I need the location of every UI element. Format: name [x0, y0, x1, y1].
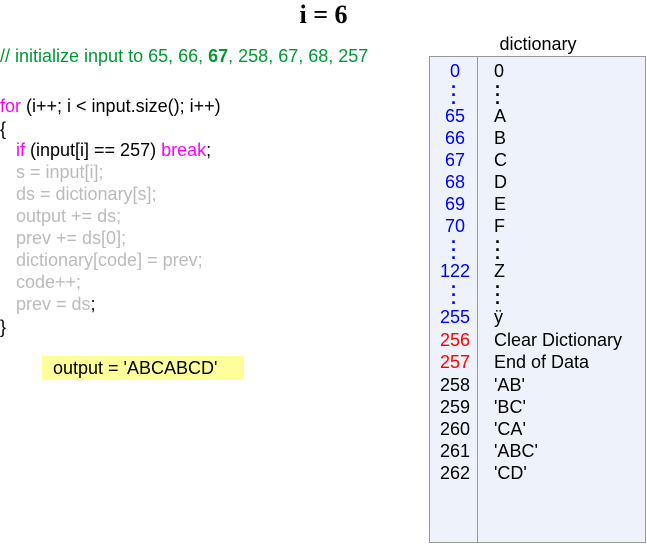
dict-key: 69	[444, 194, 466, 214]
for-condition: (i++; i < input.size(); i++)	[21, 96, 221, 116]
dict-value: C	[494, 150, 507, 170]
ellipsis-vertical-icon: · · ·	[495, 77, 501, 113]
dict-value: End of Data	[494, 352, 590, 372]
dict-key: 67	[444, 150, 466, 170]
if-keyword: if	[16, 140, 25, 160]
comment-prefix: // initialize input to 65, 66,	[0, 46, 209, 66]
dict-key: 65	[444, 106, 466, 126]
open-brace: {	[0, 119, 7, 139]
dictionary-title: dictionary	[499, 34, 577, 54]
dict-key: 262	[439, 463, 471, 483]
ellipsis-vertical-icon: · · ·	[451, 77, 457, 113]
dict-value: 'CA'	[494, 419, 526, 439]
code-line-prev: prev += ds[0];	[16, 228, 127, 248]
code-line-s: s = input[i];	[16, 162, 104, 182]
code-line-ds: ds = dictionary[s];	[16, 184, 157, 204]
code-line-output: output += ds;	[16, 206, 122, 226]
code-line-code: code++;	[16, 272, 82, 292]
ellipsis-vertical-icon: · · ·	[451, 277, 457, 313]
comment-suffix: , 258, 67, 68, 257	[228, 46, 369, 66]
dict-value: E	[494, 194, 507, 214]
dict-key: 257	[439, 352, 471, 372]
for-keyword: for	[0, 96, 22, 116]
dict-value: ÿ	[494, 307, 503, 327]
for-line: for (i++; i < input.size(); i++)	[0, 95, 221, 117]
if-condition: (input[i] == 257)	[25, 140, 162, 160]
ellipsis-vertical-icon: · · ·	[495, 232, 501, 268]
dict-value: D	[494, 172, 507, 192]
code-comment: // initialize input to 65, 66, 67, 258, …	[0, 46, 368, 67]
dict-key: 68	[444, 172, 466, 192]
dict-key: 258	[439, 375, 471, 395]
dict-key: 260	[439, 419, 471, 439]
code-line-prev-ds: prev = ds;	[16, 293, 96, 315]
dict-value: Clear Dictionary	[494, 330, 623, 350]
dict-key: 256	[439, 330, 471, 350]
dict-value: B	[494, 128, 507, 148]
code-line-dictionary: dictionary[code] = prev;	[16, 250, 203, 270]
ellipsis-vertical-icon: · · ·	[451, 232, 457, 268]
dict-value: 'AB'	[494, 375, 525, 395]
dict-value: 'BC'	[494, 397, 526, 417]
close-brace: }	[0, 317, 7, 337]
dict-key: 255	[439, 307, 471, 327]
ellipsis-vertical-icon: · · ·	[495, 277, 501, 313]
if-semicolon: ;	[206, 140, 212, 160]
comment-bold-value: 67	[208, 46, 229, 66]
dict-value: 'ABC'	[494, 441, 538, 461]
dict-key: 259	[439, 397, 471, 417]
prev-ds-semicolon: ;	[90, 294, 96, 314]
prev-ds-text: prev = ds	[16, 294, 91, 314]
dict-value: 'CD'	[494, 463, 527, 483]
if-line: if (input[i] == 257) break;	[16, 139, 211, 161]
dict-key: 261	[439, 441, 471, 461]
dict-value: A	[494, 106, 507, 126]
iteration-title: i = 6	[299, 0, 348, 29]
output-value: output = 'ABCABCD'	[42, 356, 244, 380]
break-keyword: break	[161, 140, 207, 160]
dict-key: 66	[444, 128, 466, 148]
